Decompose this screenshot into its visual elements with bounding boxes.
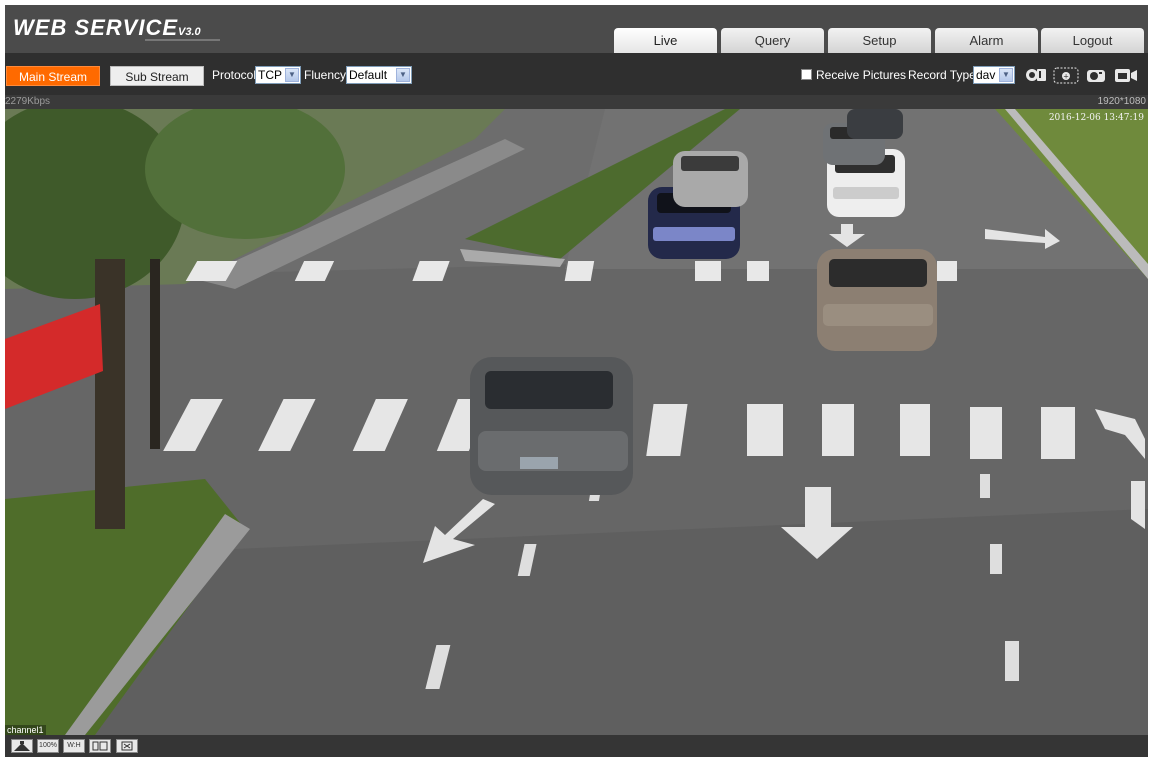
camera-frame	[5, 109, 1148, 735]
zoom-icon[interactable]: +	[1053, 65, 1079, 85]
live-toolbar: Main Stream Sub Stream Protocol TCP ▼ Fl…	[5, 53, 1148, 95]
chevron-down-icon: ▼	[396, 68, 410, 82]
tab-setup[interactable]: Setup	[828, 28, 931, 53]
main-stream-button[interactable]: Main Stream	[6, 66, 100, 86]
record-type-value: dav	[976, 68, 996, 82]
protocol-label: Protocol	[212, 68, 257, 82]
protocol-select[interactable]: TCP ▼	[255, 66, 301, 84]
video-status-strip: 2279Kbps 1920*1080	[5, 95, 1148, 109]
car	[673, 151, 748, 207]
app-logo: WEB SERVICEV3.0	[13, 15, 201, 41]
manual-control-icon[interactable]	[1025, 65, 1047, 85]
bitrate-readout: 2279Kbps	[5, 96, 51, 107]
protocol-value: TCP	[258, 68, 282, 82]
original-size-icon[interactable]: 100%	[37, 739, 59, 753]
chevron-down-icon: ▼	[999, 68, 1013, 82]
adjust-icon[interactable]	[11, 739, 33, 753]
live-video-view[interactable]: 2016-12-06 13:47:19 channel1	[5, 109, 1148, 735]
receive-pictures-label: Receive Pictures	[816, 68, 907, 82]
logo-version: V3.0	[178, 26, 201, 38]
fluency-label: Fluency	[304, 68, 347, 82]
tab-logout[interactable]: Logout	[1041, 28, 1144, 53]
car	[817, 249, 937, 351]
record-type-label: Record Type	[908, 68, 976, 82]
svg-text:+: +	[1063, 73, 1069, 81]
chevron-down-icon: ▼	[285, 68, 299, 82]
zoom-label: 100%	[39, 742, 57, 749]
car	[470, 357, 633, 495]
receive-pictures-checkbox[interactable]	[801, 69, 812, 80]
resolution-readout: 1920*1080	[1097, 96, 1146, 107]
record-type-select[interactable]: dav ▼	[973, 66, 1015, 84]
tab-live[interactable]: Live	[614, 28, 717, 53]
aspect-ratio-icon[interactable]: W:H	[63, 739, 85, 753]
fluency-select[interactable]: Default ▼	[346, 66, 412, 84]
tab-query[interactable]: Query	[721, 28, 824, 53]
osd-timestamp: 2016-12-06 13:47:19	[1048, 113, 1144, 123]
ratio-label: W:H	[67, 742, 81, 749]
fluency-value: Default	[349, 68, 388, 82]
window-icon[interactable]	[89, 739, 111, 753]
video-bottom-bar: 100% W:H	[5, 735, 1148, 757]
car	[847, 109, 903, 139]
header-bar: WEB SERVICEV3.0 Live Query Setup Alarm L…	[5, 5, 1148, 53]
fullscreen-icon[interactable]	[116, 739, 138, 753]
sub-stream-button[interactable]: Sub Stream	[110, 66, 204, 86]
tab-alarm[interactable]: Alarm	[935, 28, 1038, 53]
channel-label: channel1	[5, 725, 46, 735]
snapshot-icon[interactable]	[1085, 65, 1107, 85]
logo-text: WEB SERVICE	[13, 15, 179, 40]
record-icon[interactable]	[1113, 65, 1137, 85]
logo-underline	[145, 39, 220, 41]
